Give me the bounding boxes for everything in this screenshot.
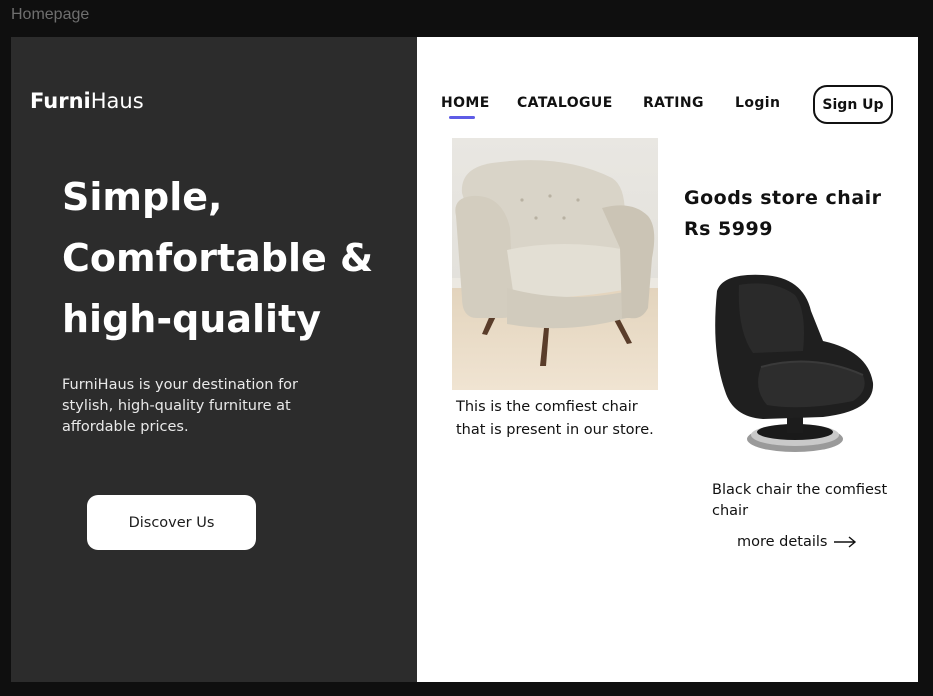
nav-item-catalogue[interactable]: CATALOGUE (517, 95, 613, 111)
nav-item-label: HOME (441, 95, 490, 111)
nav-item-login[interactable]: Login (735, 95, 780, 111)
brand-logo-bold: Furni (30, 89, 91, 113)
product-heading: Goods store chair Rs 5999 (684, 187, 882, 240)
product-caption: Black chair the comfiest chair (712, 482, 888, 519)
nav-item-home[interactable]: HOME (441, 95, 490, 119)
beige-armchair-image[interactable] (452, 138, 658, 390)
sign-up-button[interactable]: Sign Up (813, 85, 893, 124)
hero-title-line: high-quality (62, 297, 321, 341)
nav-item-rating[interactable]: RATING (643, 95, 704, 111)
content-panel: HOME CATALOGUE RATING Login Sign Up This… (417, 37, 918, 682)
more-details-link[interactable]: more details (737, 534, 857, 550)
hero-title-line: Comfortable & (62, 236, 374, 280)
hero-panel: FurniHaus Simple, Comfortable & high-qua… (11, 37, 417, 682)
hero-title-line: Simple, (62, 175, 223, 219)
frame-label: Homepage (11, 6, 90, 23)
black-chair-image[interactable] (703, 271, 875, 459)
hero-title: Simple, Comfortable & high-quality (62, 167, 412, 350)
brand-logo[interactable]: FurniHaus (30, 89, 144, 113)
active-indicator (449, 116, 475, 119)
discover-us-button[interactable]: Discover Us (87, 495, 256, 550)
brand-logo-light: Haus (90, 89, 144, 113)
homepage-frame: FurniHaus Simple, Comfortable & high-qua… (11, 37, 918, 682)
more-details-label: more details (737, 534, 828, 550)
arrow-right-icon (833, 536, 857, 548)
hero-description: FurniHaus is your destination for stylis… (62, 377, 299, 435)
featured-product-caption: This is the comfiest chair that is prese… (456, 399, 654, 438)
